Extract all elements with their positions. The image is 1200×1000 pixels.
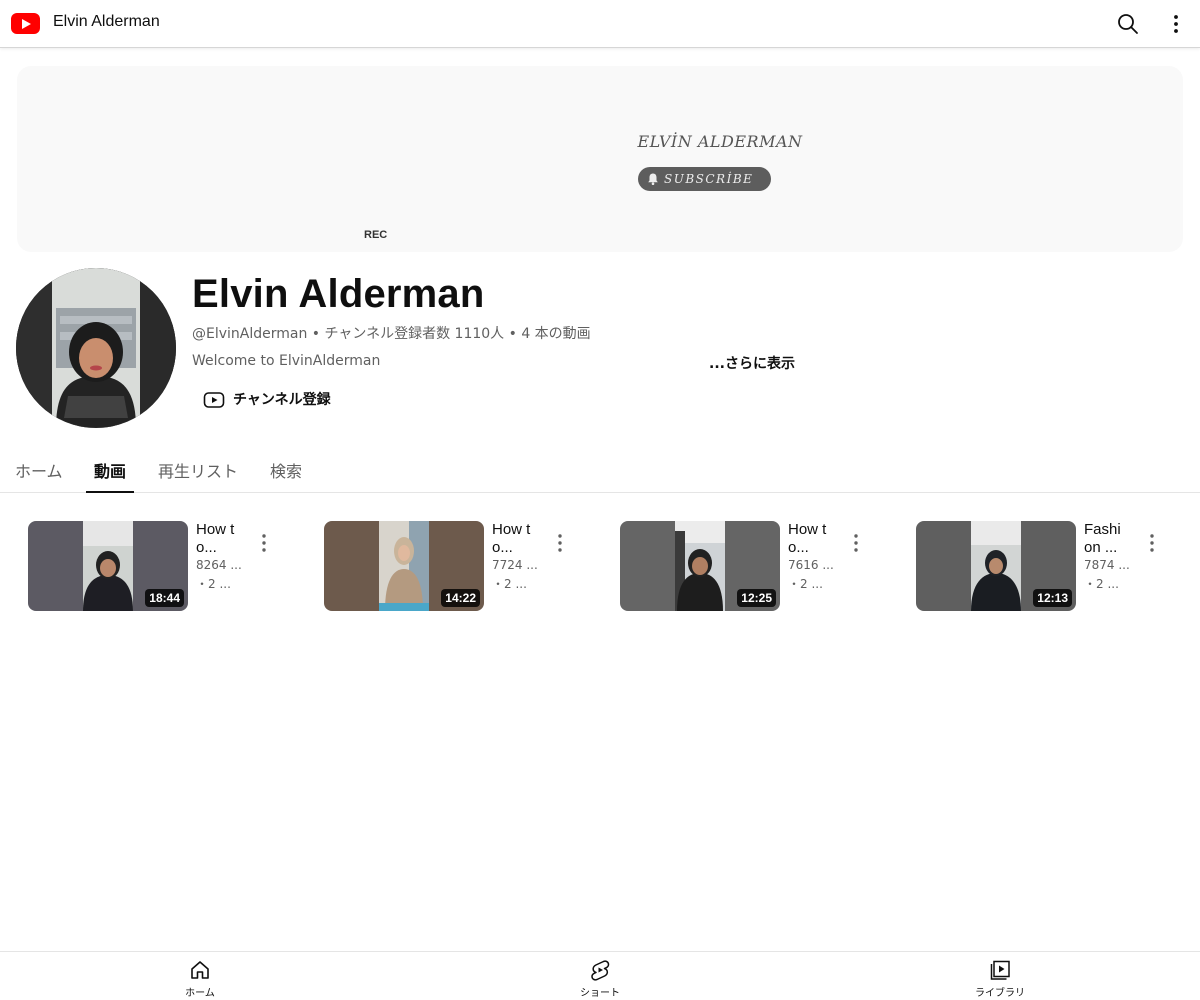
bottom-navigation: ホーム ショート ライブラリ	[0, 951, 1200, 1000]
channel-name: Elvin Alderman	[192, 272, 485, 316]
video-title[interactable]: Fashi on ...	[1084, 521, 1128, 557]
video-title[interactable]: How to...	[196, 521, 240, 557]
banner-subscribe-text: SUBSCRİBE	[664, 172, 754, 186]
video-thumbnail[interactable]: 12:25	[620, 521, 780, 611]
nav-library-label: ライブラリ	[975, 988, 1025, 999]
video-age: ・2 ...	[1084, 577, 1119, 591]
banner-name-text: ELVİN ALDERMAN	[637, 132, 803, 151]
subscribe-label: チャンネル登録	[233, 392, 331, 408]
video-age: ・2 ...	[196, 577, 231, 591]
banner-rec-text: REC	[364, 229, 388, 241]
video-thumbnail[interactable]: 12:13	[916, 521, 1076, 611]
nav-home[interactable]: ホーム	[160, 952, 240, 1000]
video-more-icon[interactable]	[844, 531, 868, 555]
video-views: 7874 ...	[1084, 558, 1130, 572]
video-more-icon[interactable]	[548, 531, 572, 555]
thumbnail-image	[83, 521, 133, 611]
video-card[interactable]: 12:25 How to... 7616 ... ・2 ...	[620, 521, 890, 613]
subscribe-icon	[203, 392, 225, 408]
video-thumbnail[interactable]: 18:44	[28, 521, 188, 611]
video-views: 7616 ...	[788, 558, 834, 572]
top-bar-title: Elvin Alderman	[53, 13, 160, 30]
shorts-icon	[591, 960, 610, 981]
show-more-link[interactable]: ...さらに表示	[709, 353, 795, 373]
channel-banner: ELVİN ALDERMAN SUBSCRİBE REC	[17, 66, 1183, 252]
home-icon	[191, 961, 209, 979]
video-title[interactable]: How to...	[788, 521, 832, 557]
thumbnail-image	[379, 521, 429, 611]
channel-tabs: ホーム 動画 再生リスト 検索	[0, 444, 1200, 493]
video-duration: 12:13	[1033, 589, 1072, 607]
channel-description[interactable]: Welcome to ElvinAlderman	[192, 353, 380, 369]
nav-library[interactable]: ライブラリ	[960, 952, 1040, 1000]
top-app-bar: Elvin Alderman	[0, 0, 1200, 48]
channel-avatar[interactable]	[16, 268, 176, 428]
video-more-icon[interactable]	[252, 531, 276, 555]
bell-icon	[648, 173, 658, 185]
video-duration: 14:22	[441, 589, 480, 607]
video-views: 7724 ...	[492, 558, 538, 572]
nav-shorts[interactable]: ショート	[560, 952, 640, 1000]
banner-subscribe-graphic: SUBSCRİBE	[638, 167, 771, 191]
more-vert-icon[interactable]	[1164, 12, 1188, 36]
thumbnail-image	[971, 521, 1021, 611]
video-duration: 12:25	[737, 589, 776, 607]
library-icon	[990, 960, 1010, 980]
avatar-image	[16, 268, 176, 428]
video-thumbnail[interactable]: 14:22	[324, 521, 484, 611]
tab-playlists[interactable]: 再生リスト	[158, 458, 238, 493]
video-age: ・2 ...	[492, 577, 527, 591]
nav-home-label: ホーム	[185, 988, 215, 999]
video-card[interactable]: 14:22 How to... 7724 ... ・2 ...	[324, 521, 594, 613]
youtube-logo-icon[interactable]	[11, 13, 40, 34]
video-title[interactable]: How to...	[492, 521, 536, 557]
tab-home[interactable]: ホーム	[15, 458, 63, 493]
search-icon[interactable]	[1116, 12, 1140, 36]
video-age: ・2 ...	[788, 577, 823, 591]
channel-meta: @ElvinAlderman • チャンネル登録者数 1110人 • 4 本の動…	[192, 326, 591, 342]
subscribe-button[interactable]: チャンネル登録	[200, 386, 331, 414]
thumbnail-image	[675, 521, 725, 611]
tab-videos[interactable]: 動画	[86, 458, 134, 493]
video-more-icon[interactable]	[1140, 531, 1164, 555]
video-duration: 18:44	[145, 589, 184, 607]
tab-search[interactable]: 検索	[270, 458, 302, 493]
video-card[interactable]: 18:44 How to... 8264 ... ・2 ...	[28, 521, 298, 613]
video-card[interactable]: 12:13 Fashi on ... 7874 ... ・2 ...	[916, 521, 1186, 613]
nav-shorts-label: ショート	[580, 988, 620, 999]
video-views: 8264 ...	[196, 558, 242, 572]
